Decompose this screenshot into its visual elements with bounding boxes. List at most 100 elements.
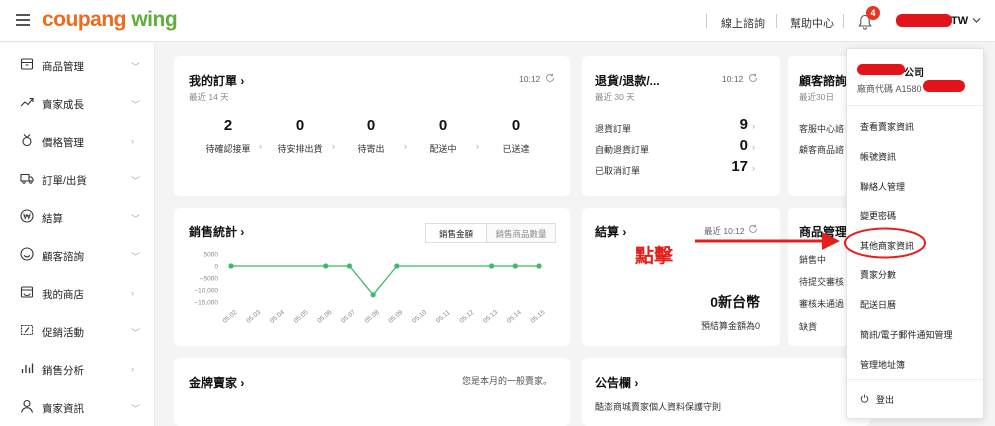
- settlement-note: 預結算金額為0: [700, 321, 760, 331]
- notice-card: 公告欄 › 酷澎商城賣家個人資料保護守則: [582, 358, 870, 426]
- smile-icon: [20, 247, 34, 261]
- x-tick-label: 05.02: [222, 309, 239, 325]
- auto-return-orders-label: 自動退貨訂單: [595, 145, 650, 155]
- sales-series-line: [231, 265, 539, 296]
- y-tick-label: −15,000: [194, 300, 218, 307]
- data-point[interactable]: [394, 263, 400, 269]
- notice-item[interactable]: 酷澎商城賣家個人資料保護守則: [595, 400, 721, 413]
- menu-icon[interactable]: [16, 14, 30, 26]
- y-tick-label: −5000: [200, 276, 219, 283]
- orders-title[interactable]: 我的訂單 ›: [189, 72, 244, 89]
- notification-badge: 4: [866, 6, 880, 20]
- power-icon: [860, 394, 869, 403]
- in-delivery-count[interactable]: 0: [423, 117, 463, 134]
- x-tick-label: 05.14: [506, 309, 523, 325]
- menu-item-notification-settings[interactable]: 簡訊/電子郵件通知管理: [860, 328, 953, 341]
- menu-item-change-password[interactable]: 變更密碼: [860, 209, 896, 222]
- data-point[interactable]: [536, 263, 542, 269]
- x-tick-label: 05.12: [458, 309, 475, 325]
- tab-sales-quantity[interactable]: 銷售商品數量: [486, 223, 556, 243]
- sidebar-item-promotion[interactable]: 促銷活動 ﹀: [0, 312, 155, 350]
- refresh-icon[interactable]: [545, 73, 555, 83]
- chevron-right-icon: ›: [476, 141, 479, 151]
- x-tick-label: 05.08: [364, 309, 381, 325]
- data-point[interactable]: [346, 263, 353, 269]
- gold-seller-title[interactable]: 金牌賣家 ›: [189, 374, 244, 391]
- cancelled-orders-label: 已取消訂單: [595, 166, 641, 176]
- chevron-down-icon[interactable]: [972, 17, 981, 24]
- x-tick-label: 05.05: [293, 309, 310, 325]
- data-point[interactable]: [228, 263, 234, 269]
- sidebar-item-product-management[interactable]: 商品管理 ﹀: [0, 46, 155, 84]
- return-orders-count[interactable]: 9: [718, 116, 748, 133]
- returns-title[interactable]: 退貨/退款/...: [595, 72, 660, 89]
- data-point[interactable]: [323, 263, 329, 269]
- data-point[interactable]: [512, 263, 518, 269]
- product-status-row: 審核未通過: [799, 299, 845, 309]
- sidebar-item-settlement[interactable]: 結算 ﹀: [0, 198, 155, 236]
- menu-item-delivery-calendar[interactable]: 配送日曆: [860, 298, 896, 311]
- data-point[interactable]: [489, 263, 495, 269]
- bar-chart-icon: [21, 363, 34, 373]
- user-id[interactable]: TW: [951, 15, 968, 27]
- chevron-right-icon: ›: [752, 121, 755, 131]
- x-tick-label: 05.03: [245, 309, 262, 325]
- sidebar-item-seller-growth[interactable]: 賣家成長 ﹀: [0, 84, 155, 122]
- cancelled-orders-count[interactable]: 17: [718, 158, 748, 175]
- chevron-down-icon: ﹀: [131, 404, 141, 414]
- divider: [843, 14, 844, 28]
- chevron-right-icon: ›: [752, 142, 755, 152]
- sidebar-item-seller-info[interactable]: 賣家資訊 ﹀: [0, 388, 155, 426]
- auto-return-orders-count[interactable]: 0: [718, 137, 748, 154]
- menu-item-account-info[interactable]: 帳號資訊: [860, 150, 896, 163]
- chevron-down-icon: ﹀: [131, 252, 141, 262]
- orders-period: 最近 14 天: [189, 92, 229, 102]
- help-center-link[interactable]: 幫助中心: [790, 15, 834, 31]
- menu-item-seller-score[interactable]: 賣家分數: [860, 268, 896, 281]
- data-point[interactable]: [370, 292, 376, 298]
- settlement-title[interactable]: 結算 ›: [595, 223, 626, 240]
- refresh-icon[interactable]: [748, 73, 758, 83]
- person-icon: [20, 399, 34, 413]
- chevron-right-icon: ›: [131, 288, 134, 298]
- menu-item-logout[interactable]: 登出: [876, 393, 894, 406]
- notice-title[interactable]: 公告欄 ›: [595, 374, 638, 391]
- logo[interactable]: coupang wing: [42, 8, 178, 32]
- consult-title[interactable]: 顧客諮詢: [799, 72, 847, 89]
- promo-icon: [20, 324, 34, 336]
- return-orders-label: 退貨訂單: [595, 124, 632, 134]
- sidebar: 商品管理 ﹀ 賣家成長 ﹀ 價格管理 › 訂單/出貨 ﹀ 結算 ﹀ 顧客諮詢 ﹀ 我的商店 ›…: [0, 43, 155, 426]
- price-tag-icon: [22, 134, 32, 147]
- settlement-amount[interactable]: 0新台幣: [710, 292, 760, 312]
- menu-item-contact-management[interactable]: 聯絡人管理: [860, 180, 905, 193]
- awaiting-accept-count[interactable]: 2: [208, 117, 248, 134]
- sales-title[interactable]: 銷售統計 ›: [189, 223, 244, 240]
- click-annotation-text: 點擊: [635, 246, 674, 267]
- sidebar-item-my-store[interactable]: 我的商店 ›: [0, 274, 155, 312]
- sidebar-item-orders-shipping[interactable]: 訂單/出貨 ﹀: [0, 160, 155, 198]
- chevron-right-icon: ›: [404, 141, 407, 151]
- awaiting-ship-arrange-count[interactable]: 0: [280, 117, 320, 134]
- store-icon: [20, 286, 34, 298]
- tab-sales-amount[interactable]: 銷售金額: [425, 223, 487, 243]
- sidebar-item-price-management[interactable]: 價格管理 ›: [0, 122, 155, 160]
- delivered-count[interactable]: 0: [496, 117, 536, 134]
- x-tick-label: 05.10: [411, 309, 428, 325]
- x-tick-label: 05.07: [340, 309, 357, 325]
- chevron-down-icon: ﹀: [131, 328, 141, 338]
- menu-item-view-seller-info[interactable]: 查看賣家資訊: [860, 120, 914, 133]
- sidebar-item-customer-inquiry[interactable]: 顧客諮詢 ﹀: [0, 236, 155, 274]
- redaction-mark: [923, 80, 965, 92]
- sidebar-item-label: 我的商店: [42, 289, 84, 301]
- sidebar-item-label: 訂單/出貨: [42, 175, 87, 187]
- divider: [776, 14, 777, 28]
- awaiting-dispatch-count[interactable]: 0: [351, 117, 391, 134]
- awaiting-accept-label: 待確認接單: [205, 144, 251, 154]
- sidebar-item-sales-analysis[interactable]: 銷售分析 ›: [0, 350, 155, 388]
- x-tick-label: 05.13: [482, 309, 499, 325]
- x-tick-label: 05.09: [387, 309, 404, 325]
- product-status-row: 銷售中: [799, 255, 827, 265]
- menu-item-address-book[interactable]: 管理地址簿: [860, 358, 905, 371]
- online-consult-link[interactable]: 線上諮詢: [721, 15, 765, 31]
- redaction-mark: [857, 64, 905, 75]
